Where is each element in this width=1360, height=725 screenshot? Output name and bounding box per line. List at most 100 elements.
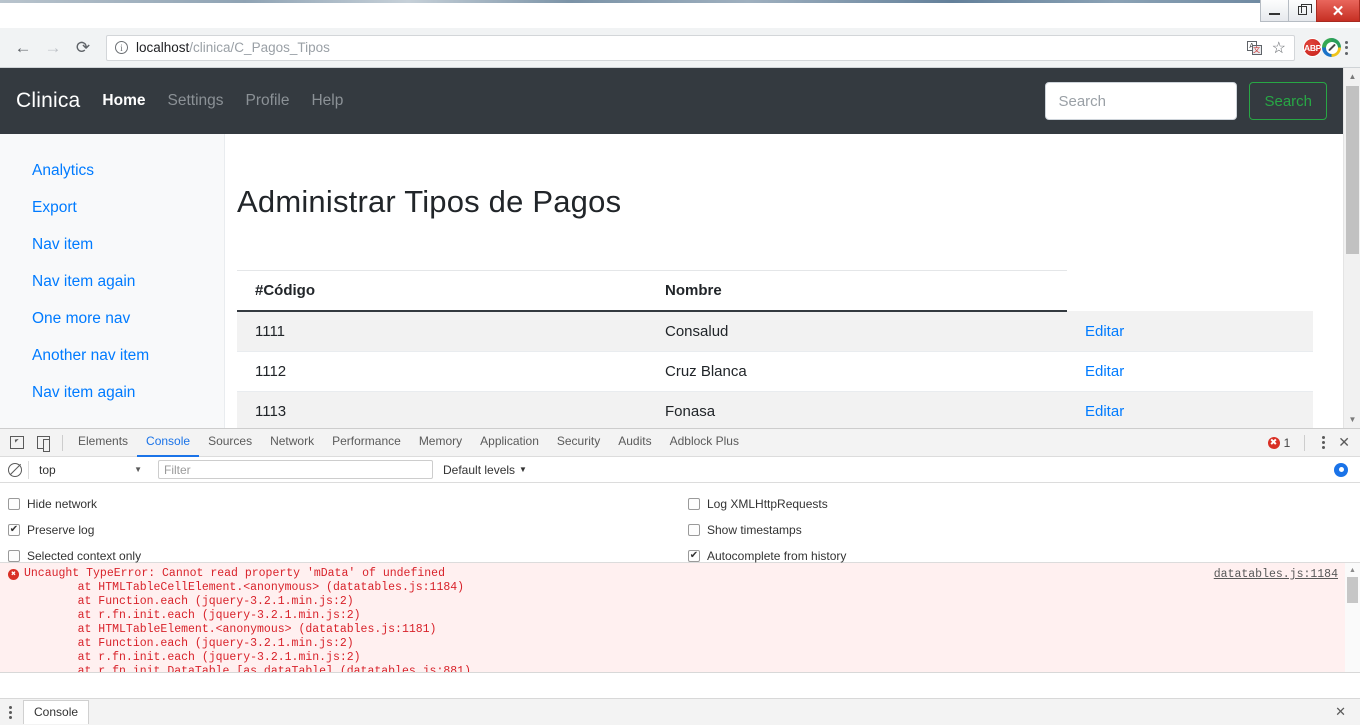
gear-icon[interactable] (1334, 463, 1348, 477)
checkbox[interactable] (8, 498, 20, 510)
clear-console-icon[interactable] (8, 463, 22, 477)
tab-console[interactable]: Console (137, 428, 199, 457)
browser-toolbar: ← → ⟳ i localhost/clinica/C_Pagos_Tipos … (0, 28, 1360, 68)
log-levels-select[interactable]: Default levels ▼ (443, 463, 527, 477)
window-minimize-button[interactable] (1260, 0, 1289, 22)
omnibox-actions: A 文 ☆ (1239, 38, 1286, 58)
sidebar-item-one-more-nav[interactable]: One more nav (0, 300, 224, 337)
tab-security[interactable]: Security (548, 428, 609, 457)
error-count-badge[interactable]: ✖ 1 (1268, 436, 1291, 450)
stack-frame[interactable]: at Function.each (jquery-3.2.1.min.js:2) (24, 595, 354, 608)
console-filter-input[interactable] (158, 460, 433, 479)
drawer-tab-console[interactable]: Console (23, 700, 89, 724)
nav-link-help[interactable]: Help (311, 92, 343, 110)
checkbox[interactable] (688, 524, 700, 536)
console-source-link[interactable]: datatables.js:1184 (1214, 568, 1338, 581)
checkbox[interactable] (8, 550, 20, 562)
tab-performance[interactable]: Performance (323, 428, 410, 457)
setting-hide-network[interactable]: Hide network (8, 491, 141, 517)
column-header-codigo[interactable]: #Código (237, 271, 647, 312)
sidebar-item-another-nav-item[interactable]: Another nav item (0, 337, 224, 374)
drawer-close-button[interactable]: ✕ (1335, 704, 1360, 720)
back-button[interactable]: ← (8, 34, 38, 62)
scrollbar-up-arrow-icon[interactable]: ▲ (1344, 68, 1360, 85)
page-body: Analytics Export Nav item Nav item again… (0, 134, 1343, 428)
sidebar-item-nav-item-again[interactable]: Nav item again (0, 263, 224, 300)
scrollbar-thumb[interactable] (1346, 86, 1359, 254)
reload-button[interactable]: ⟳ (68, 34, 98, 62)
tab-adblock-plus[interactable]: Adblock Plus (661, 428, 748, 457)
scrollbar-up-arrow-icon[interactable]: ▲ (1345, 564, 1360, 576)
sidebar-item-nav-item-again-2[interactable]: Nav item again (0, 374, 224, 411)
tab-network[interactable]: Network (261, 428, 323, 457)
extension-colorwheel-icon[interactable] (1322, 38, 1341, 57)
site-info-icon[interactable]: i (115, 41, 128, 54)
search-button[interactable]: Search (1249, 82, 1327, 120)
browser-window: ✕ ← → ⟳ i localhost/clinica/C_Pagos_Tipo… (0, 0, 1360, 725)
nav-link-profile[interactable]: Profile (246, 92, 290, 110)
device-toolbar-button[interactable] (30, 430, 56, 456)
window-close-button[interactable]: ✕ (1316, 0, 1360, 22)
nav-link-settings[interactable]: Settings (168, 92, 224, 110)
edit-link[interactable]: Editar (1085, 403, 1124, 420)
forward-button[interactable]: → (38, 34, 68, 62)
tab-application[interactable]: Application (471, 428, 548, 457)
browser-menu-button[interactable] (1341, 41, 1352, 55)
brand-logo[interactable]: Clinica (16, 89, 80, 113)
toolbar-divider (62, 435, 63, 451)
address-bar[interactable]: i localhost/clinica/C_Pagos_Tipos A 文 ☆ (106, 35, 1295, 61)
error-icon: ✖ (8, 569, 19, 580)
checkbox-checked[interactable]: ✔ (8, 524, 20, 536)
console-error-message: Uncaught TypeError: Cannot read property… (24, 567, 445, 580)
stack-frame[interactable]: at r.fn.init.each (jquery-3.2.1.min.js:2… (24, 609, 361, 622)
edit-link[interactable]: Editar (1085, 323, 1124, 340)
window-restore-button[interactable] (1288, 0, 1317, 22)
navbar-search-form: Search (1045, 82, 1327, 120)
adblock-plus-icon[interactable]: ABP (1303, 38, 1322, 57)
nav-link-home[interactable]: Home (102, 92, 145, 110)
sidebar-item-nav-item[interactable]: Nav item (0, 226, 224, 263)
cell-action: Editar (1067, 352, 1313, 392)
cell-codigo: 1112 (237, 352, 647, 392)
page-scrollbar[interactable]: ▲ ▼ (1343, 68, 1360, 428)
setting-log-xmlhttprequests[interactable]: Log XMLHttpRequests (688, 491, 846, 517)
site-navbar: Clinica Home Settings Profile Help Searc… (0, 68, 1343, 134)
console-filterbar: top ▼ Default levels ▼ (0, 457, 1360, 483)
close-icon: ✕ (1332, 2, 1345, 20)
inspect-element-icon (10, 436, 24, 449)
stack-frame[interactable]: at r.fn.init.each (jquery-3.2.1.min.js:2… (24, 651, 361, 664)
translate-icon[interactable]: A 文 (1247, 41, 1262, 55)
drawer-more-button[interactable] (6, 706, 15, 719)
cell-nombre: Consalud (647, 311, 1067, 352)
cell-nombre: Fonasa (647, 392, 1067, 429)
stack-frame[interactable]: at HTMLTableCellElement.<anonymous> (dat… (24, 581, 464, 594)
bookmark-star-icon[interactable]: ☆ (1272, 38, 1286, 58)
tab-sources[interactable]: Sources (199, 428, 261, 457)
devtools-close-button[interactable]: ✕ (1336, 434, 1352, 451)
inspect-element-button[interactable] (4, 430, 30, 456)
sidebar-item-export[interactable]: Export (0, 189, 224, 226)
reload-icon: ⟳ (76, 38, 90, 58)
console-error-entry[interactable]: ✖ Uncaught TypeError: Cannot read proper… (0, 563, 1360, 673)
tab-audits[interactable]: Audits (609, 428, 660, 457)
stack-frame[interactable]: at HTMLTableElement.<anonymous> (datatab… (24, 623, 436, 636)
setting-show-timestamps[interactable]: Show timestamps (688, 517, 846, 543)
column-header-nombre[interactable]: Nombre (647, 271, 1067, 312)
cell-codigo: 1111 (237, 311, 647, 352)
tab-memory[interactable]: Memory (410, 428, 471, 457)
cell-codigo: 1113 (237, 392, 647, 429)
tab-elements[interactable]: Elements (69, 428, 137, 457)
stack-frame[interactable]: at Function.each (jquery-3.2.1.min.js:2) (24, 637, 354, 650)
devtools-more-button[interactable] (1319, 436, 1328, 449)
console-scrollbar[interactable]: ▲ (1345, 563, 1360, 673)
setting-preserve-log[interactable]: ✔ Preserve log (8, 517, 141, 543)
stack-frame[interactable]: at r.fn.init.DataTable [as dataTable] (d… (24, 665, 471, 673)
edit-link[interactable]: Editar (1085, 363, 1124, 380)
sidebar-item-analytics[interactable]: Analytics (0, 152, 224, 189)
execution-context-select[interactable]: top ▼ (28, 461, 148, 479)
checkbox-checked[interactable]: ✔ (688, 550, 700, 562)
checkbox[interactable] (688, 498, 700, 510)
scrollbar-down-arrow-icon[interactable]: ▼ (1344, 411, 1360, 428)
search-input[interactable] (1045, 82, 1237, 120)
scrollbar-thumb[interactable] (1347, 577, 1358, 603)
